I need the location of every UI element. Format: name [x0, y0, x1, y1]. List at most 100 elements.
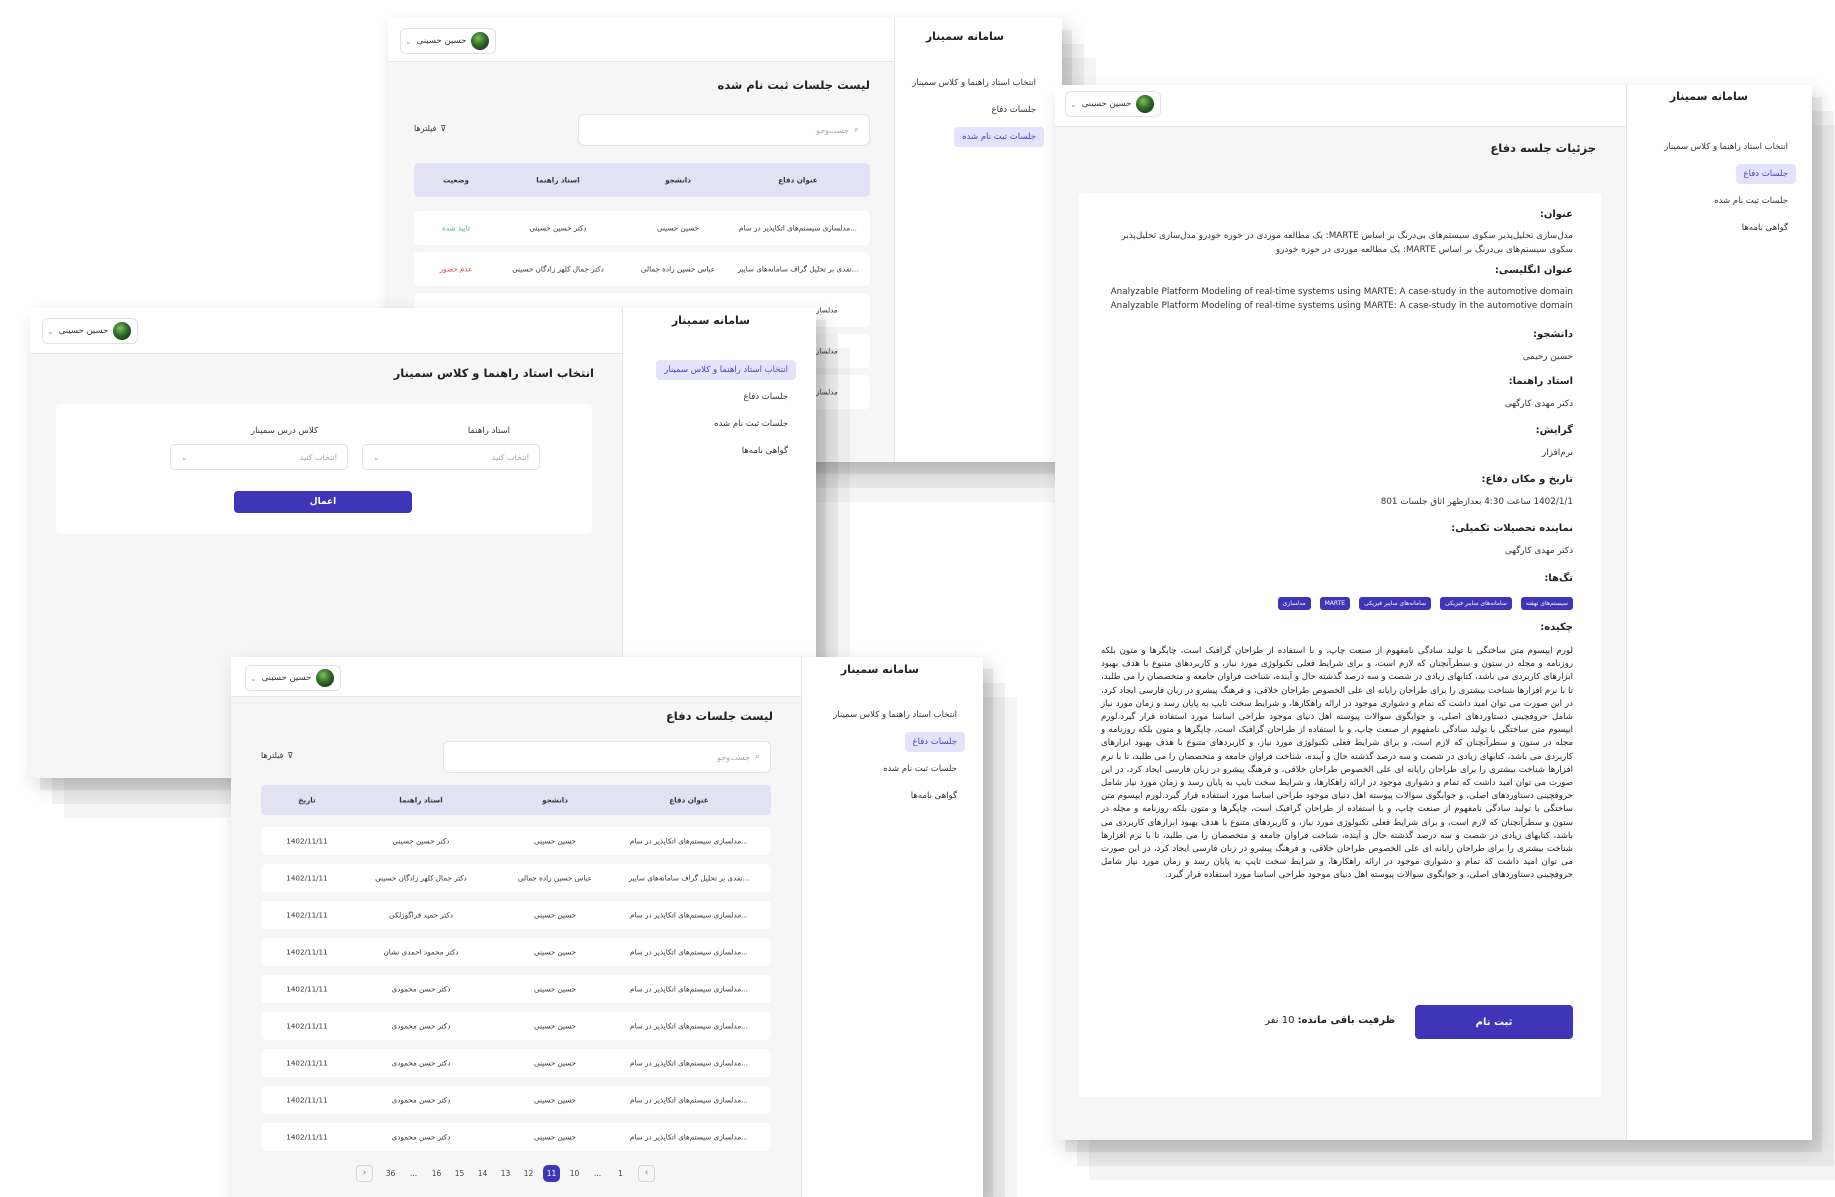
pagination-page[interactable]: 14: [471, 1169, 494, 1178]
cell-date: 1402/11/11: [286, 1095, 328, 1105]
brand-title: سامانه سمینار: [925, 30, 1004, 43]
sidebar-item-choose-advisor[interactable]: انتخاب استاد راهنما و کلاس سمینار: [656, 360, 796, 380]
table-row[interactable]: مدلسازی سیستم‌های اتکاپذیر در سام... حسین…: [261, 975, 771, 1003]
col-date: تاریخ: [298, 795, 316, 805]
english-title-value: Analyzable Platform Modeling of real-tim…: [1110, 287, 1573, 297]
sidebar-item-registered-sessions[interactable]: جلسات ثبت نام شده: [875, 759, 965, 779]
pagination: › 1... 10 11 12 13 14 15 16... 36 ‹: [350, 1165, 661, 1182]
sidebar-item-certificates[interactable]: گواهی نامه‌ها: [734, 441, 796, 461]
pagination-ellipsis: ...: [409, 1169, 418, 1178]
tag[interactable]: MARTE: [1319, 597, 1351, 610]
register-button[interactable]: ثبت نام: [1415, 1005, 1573, 1039]
user-name: حسین حسینی: [1081, 99, 1132, 109]
cell-title: مدلسازی سیستم‌های اتکاپذیر در سام...: [630, 1058, 748, 1068]
sidebar-item-defense-sessions[interactable]: جلسات دفاع: [1735, 164, 1796, 184]
chevron-down-icon: ⌄: [1070, 99, 1077, 109]
pagination-next-button[interactable]: ‹: [638, 1165, 655, 1182]
user-menu[interactable]: ⌄ حسین حسینی: [400, 28, 497, 54]
filters-button[interactable]: فیلترها ⊽: [414, 124, 446, 133]
advisor-select-placeholder: انتخاب کنید: [491, 452, 529, 462]
tag[interactable]: مدلسازی: [1277, 597, 1311, 610]
avatar: [316, 669, 335, 687]
table-row[interactable]: مدلسازی سیستم‌های اتکاپذیر در سام... حسین…: [261, 1086, 771, 1114]
cell-advisor: دکتر حسین حسینی: [392, 836, 450, 846]
sidebar-item-registered-sessions[interactable]: جلسات ثبت نام شده: [706, 414, 796, 434]
user-name: حسین حسینی: [261, 673, 312, 683]
pagination-page[interactable]: 11: [543, 1165, 560, 1182]
table-row[interactable]: مدلسازی سیستم‌های اتکاپذیر در سام... حسین…: [261, 827, 771, 855]
cell-advisor: دکتر حسن محمودی: [391, 984, 451, 994]
search-input[interactable]: جست‌وجو ⌕: [578, 114, 870, 146]
cell-student: حسین حسینی: [534, 1021, 576, 1031]
capacity-value: 10 نفر: [1265, 1015, 1295, 1026]
sidebar-item-registered-sessions[interactable]: جلسات ثبت نام شده: [954, 127, 1044, 147]
avatar: [1136, 95, 1155, 113]
detail-card: عنوان: مدل‌سازی تحلیل‌پذیر سکوی سیستم‌ها…: [1079, 193, 1601, 1097]
pagination-page[interactable]: 16: [425, 1169, 448, 1178]
avatar: [113, 322, 132, 340]
cell-date: 1402/11/11: [286, 984, 328, 994]
brand-title: سامانه سمینار: [840, 663, 919, 676]
cell-student: حسین حسینی: [534, 836, 576, 846]
page-title: لیست جلسات ثبت نام شده: [717, 78, 870, 92]
cell-advisor: دکتر حسن محمودی: [391, 1095, 451, 1105]
cell-student: حسین حسینی: [534, 1095, 576, 1105]
page-title: لیست جلسات دفاع: [665, 709, 773, 723]
cell-date: 1402/11/11: [286, 1058, 328, 1068]
english-title-label: عنوان انگلیسی:: [1494, 265, 1573, 276]
tag[interactable]: سیستم‌های نهفته: [1520, 597, 1573, 610]
abstract-text: لورم ایپسوم متن ساختگی با تولید سادگی نا…: [1101, 646, 1573, 881]
pagination-page[interactable]: 10: [563, 1169, 586, 1178]
page-title: انتخاب استاد راهنما و کلاس سمینار: [393, 366, 594, 380]
col-status: وضعیت: [442, 175, 470, 185]
cell-title: نقدی بر تحلیل گراف سامانه‌های سایبر...: [628, 873, 750, 883]
class-select[interactable]: ⌄ انتخاب کنید: [170, 444, 348, 470]
table-row[interactable]: مدلسازی سیستم‌های اتکاپذیر در سام... حسین…: [261, 901, 771, 929]
apply-button[interactable]: اعمال: [234, 491, 412, 513]
table-row[interactable]: نقدی بر تحلیل گراف سامانه‌های سایبر... عب…: [261, 864, 771, 892]
sidebar-nav: انتخاب استاد راهنما و کلاس سمینار جلسات …: [1656, 137, 1796, 245]
user-menu[interactable]: ⌄ حسین حسینی: [1065, 91, 1162, 117]
advisor-select[interactable]: ⌄ انتخاب کنید: [362, 444, 540, 470]
sidebar-item-registered-sessions[interactable]: جلسات ثبت نام شده: [1706, 191, 1796, 211]
search-input[interactable]: جست‌وجو ⌕: [443, 741, 771, 773]
table-header: عنوان دفاع دانشجو استاد راهنما تاریخ: [261, 785, 771, 815]
table-row[interactable]: مدلسازی سیستم‌های اتکاپذیر در سام... حسی…: [414, 211, 870, 245]
user-menu[interactable]: ⌄ حسین حسینی: [42, 318, 139, 344]
sidebar-item-choose-advisor[interactable]: انتخاب استاد راهنما و کلاس سمینار: [825, 705, 965, 725]
sidebar-nav: انتخاب استاد راهنما و کلاس سمینار جلسات …: [656, 360, 796, 468]
pagination-page[interactable]: 1: [609, 1169, 632, 1178]
sidebar-item-defense-sessions[interactable]: جلسات دفاع: [984, 100, 1044, 120]
pagination-page[interactable]: 15: [448, 1169, 471, 1178]
chevron-down-icon: ⌄: [405, 36, 412, 46]
sidebar-item-certificates[interactable]: گواهی نامه‌ها: [1734, 218, 1796, 238]
pagination-page[interactable]: 36: [379, 1169, 402, 1178]
user-menu[interactable]: ⌄ حسین حسینی: [245, 665, 342, 691]
table-row[interactable]: مدلسازی سیستم‌های اتکاپذیر در سام... حسین…: [261, 1049, 771, 1077]
sidebar-item-defense-sessions[interactable]: جلسات دفاع: [904, 732, 965, 752]
pagination-prev-button[interactable]: ›: [356, 1165, 373, 1182]
cell-date: 1402/11/11: [286, 873, 328, 883]
pagination-page[interactable]: 13: [494, 1169, 517, 1178]
chevron-down-icon: ⌄: [181, 452, 188, 462]
cell-student: حسین حسینی: [534, 947, 576, 957]
cell-title: مدلسازی سیستم‌های اتکاپذیر در سام...: [630, 1095, 748, 1105]
sidebar-item-defense-sessions[interactable]: جلسات دفاع: [736, 387, 796, 407]
sidebar-item-choose-advisor[interactable]: انتخاب استاد راهنما و کلاس سمینار: [904, 73, 1044, 93]
table-row[interactable]: مدلسازی سیستم‌های اتکاپذیر در سام... حسین…: [261, 938, 771, 966]
table-row[interactable]: نقدی بر تحلیل گراف سامانه‌های سایبر... ع…: [414, 252, 870, 286]
sidebar-item-choose-advisor[interactable]: انتخاب استاد راهنما و کلاس سمینار: [1656, 137, 1796, 157]
tags-label: تگ‌ها:: [1544, 573, 1573, 584]
table-row[interactable]: مدلسازی سیستم‌های اتکاپذیر در سام... حسین…: [261, 1123, 771, 1151]
defense-sessions-window: ⌄ حسین حسینی سامانه سمینار انتخاب استاد …: [231, 657, 983, 1197]
pagination-page[interactable]: 12: [517, 1169, 540, 1178]
filters-button[interactable]: فیلترها ⊽: [261, 751, 293, 760]
tag[interactable]: سامانه‌های سایبر فیزیکی: [1439, 597, 1512, 610]
search-icon: ⌕: [754, 752, 760, 762]
table-row[interactable]: مدلسازی سیستم‌های اتکاپذیر در سام... حسین…: [261, 1012, 771, 1040]
sidebar: سامانه سمینار انتخاب استاد راهنما و کلاس…: [894, 18, 1062, 462]
chevron-down-icon: ⌄: [373, 452, 380, 462]
tag[interactable]: سامانه‌های سایبر فیزیکی: [1359, 597, 1431, 610]
sidebar-item-certificates[interactable]: گواهی نامه‌ها: [903, 786, 965, 806]
title-value: مدل‌سازی تحلیل‌پذیر سکوی سیستم‌های بی‌در…: [1121, 231, 1573, 255]
